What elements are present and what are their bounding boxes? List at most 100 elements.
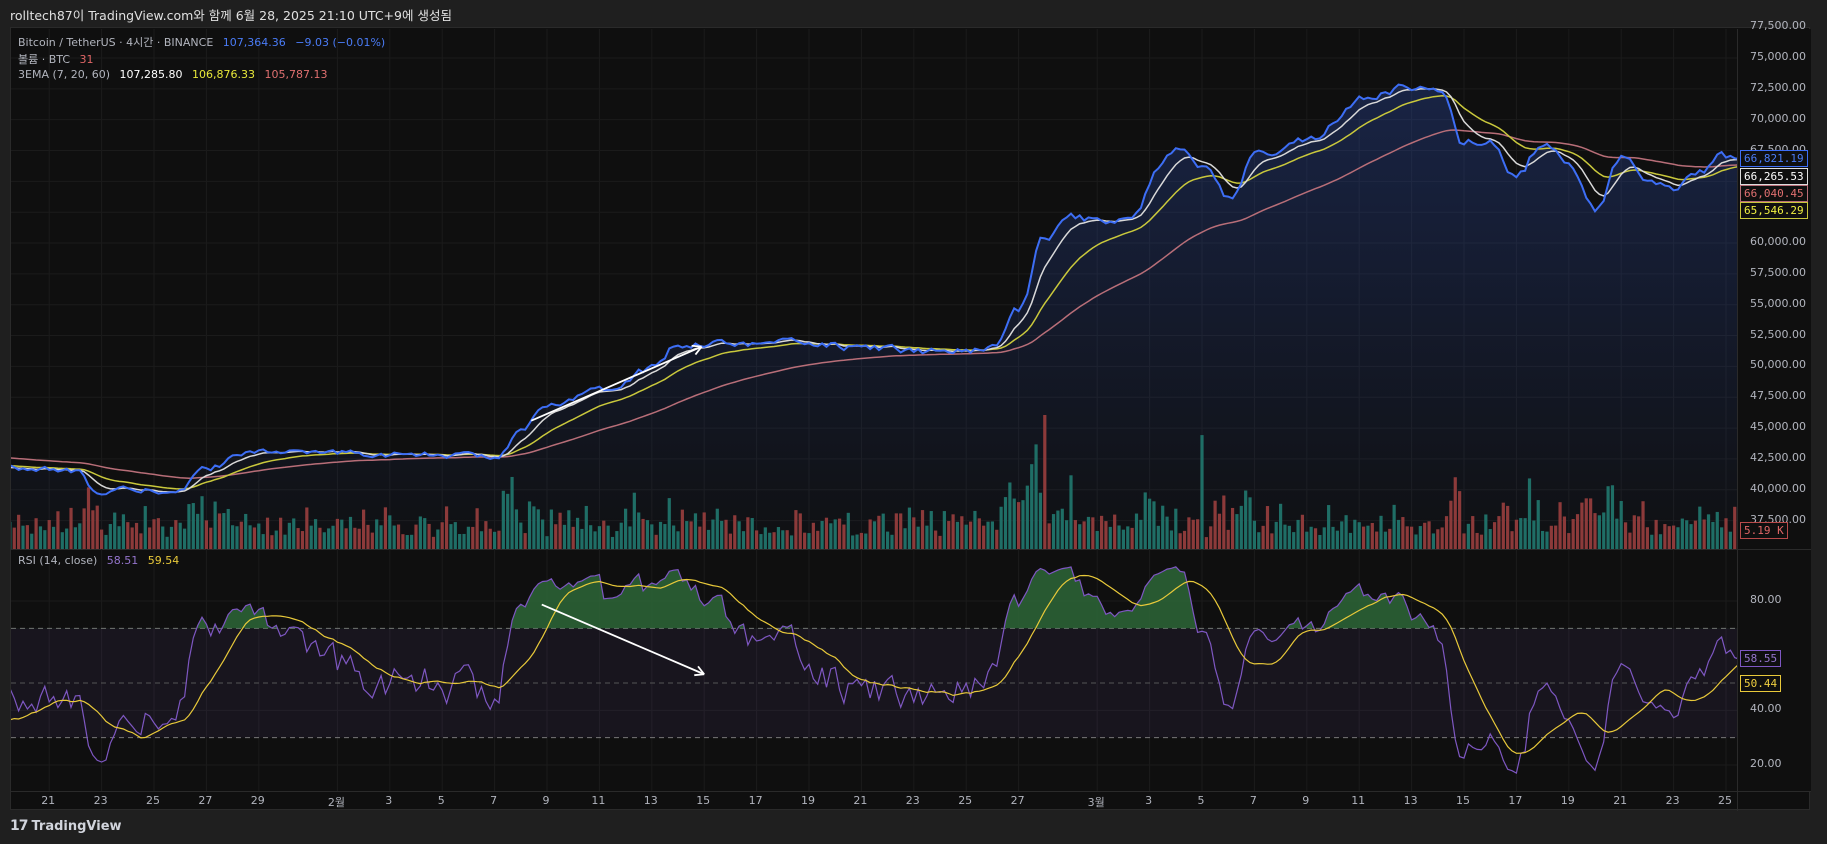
time-axis-label: 27: [1010, 794, 1025, 807]
volume-bar: [488, 528, 492, 549]
volume-bar: [1335, 530, 1339, 549]
tradingview-logo[interactable]: 17 TradingView: [10, 818, 122, 834]
arrow-head: [691, 344, 702, 348]
time-axis-label: 17: [748, 794, 763, 807]
volume-bar: [1126, 526, 1130, 549]
volume-bar: [1091, 517, 1095, 549]
volume-bar: [231, 525, 235, 549]
volume-bar: [575, 517, 580, 549]
volume-bar: [1235, 514, 1239, 549]
volume-bar: [344, 528, 348, 549]
price-axis-label: 77,500.00: [1750, 19, 1806, 33]
volume-bar: [235, 526, 239, 549]
chart-canvas[interactable]: [11, 28, 1811, 811]
volume-bar: [388, 515, 392, 549]
volume-bar: [1292, 532, 1296, 549]
volume-bar: [427, 523, 431, 549]
volume-bar: [667, 498, 671, 549]
volume-bar: [1698, 506, 1702, 549]
volume-bar: [466, 526, 470, 549]
volume-bar: [1204, 537, 1208, 549]
volume-bar: [34, 518, 38, 549]
volume-bar: [567, 510, 571, 549]
volume-bar: [379, 525, 383, 549]
arrow-head: [694, 673, 705, 677]
volume-bar: [977, 518, 981, 549]
chart-frame[interactable]: [10, 27, 1811, 811]
volume-bar: [964, 524, 968, 549]
volume-bar: [706, 529, 711, 549]
volume-bar: [680, 509, 684, 549]
volume-bar: [1025, 485, 1029, 549]
volume-bar: [1104, 521, 1108, 549]
volume-bar: [1471, 516, 1475, 549]
volume-bar: [610, 536, 615, 549]
volume-bar: [1541, 530, 1545, 549]
volume-bar: [1519, 518, 1523, 549]
volume-bar: [676, 531, 680, 549]
volume-bar: [261, 534, 265, 549]
ema-label[interactable]: 3EMA (7, 20, 60): [18, 68, 110, 81]
volume-bar: [370, 532, 374, 549]
volume-bar: [139, 533, 143, 549]
volume-bar: [1051, 514, 1056, 549]
volume-bar: [1287, 525, 1291, 549]
ema-mid-value: 106,876.33: [192, 68, 255, 81]
volume-bar: [1623, 522, 1628, 549]
volume-bar: [309, 525, 313, 549]
volume-bar: [1226, 529, 1230, 549]
ema-legend: 3EMA (7, 20, 60) 107,285.80 106,876.33 1…: [18, 68, 333, 81]
volume-bar: [134, 522, 139, 549]
volume-bar: [287, 522, 291, 549]
volume-bar: [715, 508, 719, 549]
volume-bar: [990, 521, 994, 549]
volume-bar: [1265, 506, 1270, 549]
volume-bar: [1720, 527, 1724, 549]
volume-bar: [143, 506, 147, 549]
volume-bar: [1008, 482, 1012, 549]
volume-bar: [126, 522, 130, 549]
volume-tag: 5.19 K: [1740, 522, 1788, 539]
volume-bar: [187, 504, 191, 549]
volume-bar: [1191, 519, 1195, 549]
volume-label[interactable]: 볼륨 · BTC: [18, 53, 70, 66]
volume-bar: [226, 508, 230, 549]
volume-bar: [1366, 525, 1370, 549]
volume-bar: [1038, 492, 1043, 549]
volume-bar: [1689, 524, 1693, 549]
volume-bar: [982, 525, 986, 549]
volume-bar: [554, 524, 558, 549]
volume-bar: [672, 525, 676, 549]
volume-bar: [816, 530, 820, 549]
volume-bar: [1139, 519, 1143, 549]
volume-bar: [100, 529, 104, 549]
volume-bar: [1121, 529, 1125, 549]
volume-bar: [829, 523, 833, 549]
price-axis-label: 40,000.00: [1750, 481, 1806, 495]
volume-bar: [689, 521, 693, 549]
volume-bar: [91, 510, 95, 549]
volume-bar: [200, 496, 204, 549]
volume-bar: [1593, 513, 1597, 549]
volume-bar: [178, 522, 182, 549]
last-price: 107,364.36: [222, 36, 286, 49]
price-axis-label: 42,500.00: [1750, 450, 1806, 464]
volume-bar: [405, 535, 409, 549]
time-axis-label: 7: [1249, 794, 1257, 807]
volume-bar: [357, 528, 361, 549]
volume-bar: [746, 517, 750, 549]
volume-bar: [947, 521, 951, 549]
volume-bar: [890, 534, 894, 549]
price-axis-label: 52,500.00: [1750, 327, 1806, 341]
volume-bar: [471, 526, 475, 549]
time-axis-label: 17: [1508, 794, 1523, 807]
volume-bar: [1680, 518, 1684, 549]
rsi-label[interactable]: RSI (14, close): [18, 554, 97, 567]
volume-bar: [785, 530, 789, 549]
symbol-name[interactable]: Bitcoin / TetherUS · 4시간 · BINANCE: [18, 36, 213, 49]
volume-bar: [698, 526, 702, 549]
volume-bar: [1261, 525, 1265, 549]
volume-bar: [56, 511, 60, 549]
volume-bar: [244, 513, 248, 549]
volume-bar: [1117, 525, 1121, 549]
